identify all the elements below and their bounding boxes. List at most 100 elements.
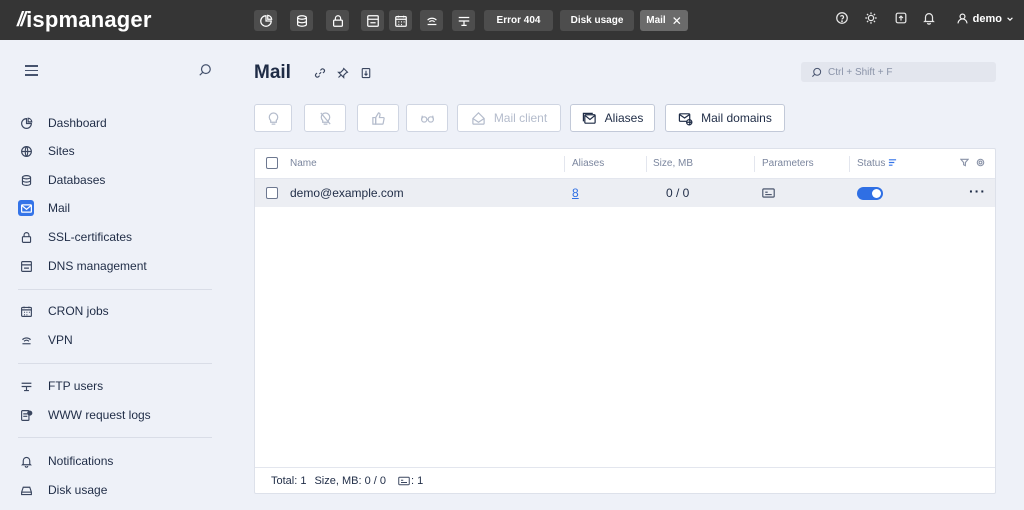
sidebar: Dashboard Sites Databases Mail SSL-certi…	[4, 40, 228, 510]
tab-mail[interactable]: Mail ✕	[640, 10, 688, 31]
quick-ftp-button[interactable]	[452, 10, 475, 31]
mail-domains-button[interactable]: Mail domains	[665, 104, 785, 132]
column-tools	[959, 158, 985, 170]
enable-button[interactable]	[357, 104, 399, 132]
aliases-count-link[interactable]: 8	[572, 186, 579, 200]
table-row[interactable]: demo@example.com 8 0 / 0 ···	[255, 179, 995, 207]
glasses-icon	[420, 115, 434, 123]
filter-icon[interactable]	[959, 158, 970, 167]
tab-label: Disk usage	[570, 15, 624, 26]
close-icon[interactable]: ✕	[672, 14, 682, 28]
sidebar-item-label: CRON jobs	[48, 304, 109, 318]
sort-icon[interactable]	[888, 158, 897, 167]
quick-dashboard-button[interactable]	[254, 10, 277, 31]
logo[interactable]: // ispmanager	[17, 7, 152, 33]
mailbox-size: 0 / 0	[666, 186, 690, 200]
quick-ssl-button[interactable]	[326, 10, 349, 31]
table-footer: Total: 1 Size, MB: 0 / 0 : 1	[255, 467, 995, 493]
mail-domains-icon	[678, 112, 693, 125]
docs-icon[interactable]	[360, 67, 372, 79]
sidebar-item-dashboard[interactable]: Dashboard	[18, 112, 218, 134]
ssl-lock-icon	[18, 229, 34, 245]
status-toggle[interactable]	[857, 187, 883, 200]
column-parameters[interactable]: Parameters	[762, 158, 814, 169]
sidebar-item-ftp-users[interactable]: FTP users	[18, 375, 218, 397]
ssl-lock-icon	[332, 14, 343, 27]
sidebar-item-label: Sites	[48, 144, 75, 158]
sidebar-item-cron-jobs[interactable]: CRON jobs	[18, 300, 218, 322]
gear-icon[interactable]	[976, 158, 985, 167]
column-name[interactable]: Name	[290, 158, 317, 169]
database-icon	[296, 14, 307, 27]
mail-icon	[18, 200, 34, 216]
mail-client-button[interactable]: Mail client	[457, 104, 561, 132]
search-input[interactable]: Ctrl + Shift + F	[801, 62, 996, 82]
select-all-checkbox[interactable]	[266, 157, 278, 169]
chevron-down-icon	[1007, 16, 1013, 21]
sidebar-item-databases[interactable]: Databases	[18, 169, 218, 191]
bell-icon	[923, 13, 935, 25]
user-name: demo	[972, 12, 1002, 25]
sidebar-item-sites[interactable]: Sites	[18, 140, 218, 162]
link-icon[interactable]	[314, 67, 326, 79]
thumb-up-icon	[371, 111, 385, 125]
vpn-icon	[18, 332, 34, 348]
sidebar-item-mail[interactable]: Mail	[18, 197, 218, 219]
cron-icon	[394, 15, 407, 27]
sidebar-item-label: DNS management	[48, 259, 147, 273]
search-placeholder: Ctrl + Shift + F	[828, 66, 893, 78]
sidebar-item-dns-management[interactable]: DNS management	[18, 255, 218, 277]
aliases-icon	[582, 112, 596, 124]
column-aliases[interactable]: Aliases	[572, 158, 604, 169]
page-title: Mail	[254, 62, 291, 83]
tab-error-404[interactable]: Error 404	[484, 10, 553, 31]
sidebar-item-label: Databases	[48, 173, 106, 187]
sidebar-item-disk-usage[interactable]: Disk usage	[18, 479, 218, 501]
tab-label: Error 404	[496, 15, 541, 26]
parameters-icon	[762, 187, 775, 201]
dashboard-icon	[18, 115, 34, 131]
search-icon[interactable]	[198, 63, 212, 80]
column-size[interactable]: Size, MB	[653, 158, 693, 169]
hint-button[interactable]	[254, 104, 292, 132]
sidebar-item-label: FTP users	[48, 379, 104, 393]
sidebar-item-vpn[interactable]: VPN	[18, 329, 218, 351]
footer-total: Total: 1	[271, 474, 307, 487]
dashboard-icon	[259, 14, 272, 27]
user-icon	[957, 13, 968, 24]
aliases-button[interactable]: Aliases	[570, 104, 655, 132]
view-button[interactable]	[406, 104, 448, 132]
sidebar-item-www-request-logs[interactable]: WWW request logs	[18, 404, 218, 426]
column-status[interactable]: Status	[857, 158, 897, 169]
mailbox-name: demo@example.com	[290, 186, 404, 200]
footer-params: : 1	[411, 474, 424, 487]
sidebar-item-ssl-certificates[interactable]: SSL-certificates	[18, 226, 218, 248]
pin-icon[interactable]	[337, 67, 349, 79]
notifications-button[interactable]	[922, 11, 936, 25]
column-divider	[564, 156, 565, 172]
tab-disk-usage[interactable]: Disk usage	[560, 10, 634, 31]
row-checkbox[interactable]	[266, 187, 278, 199]
column-divider	[754, 156, 755, 172]
disable-button[interactable]	[304, 104, 346, 132]
export-button[interactable]	[894, 11, 908, 25]
help-icon	[836, 12, 848, 24]
quick-databases-button[interactable]	[290, 10, 313, 31]
quick-vpn-button[interactable]	[420, 10, 443, 31]
quick-dns-button[interactable]	[361, 10, 384, 31]
help-button[interactable]	[835, 11, 849, 25]
globe-icon	[18, 143, 34, 159]
column-status-label: Status	[857, 158, 886, 169]
sidebar-item-label: Dashboard	[48, 116, 107, 130]
sidebar-divider	[18, 289, 212, 290]
logs-icon	[18, 407, 34, 423]
export-icon	[895, 12, 907, 24]
column-divider	[849, 156, 850, 172]
more-actions-icon[interactable]: ···	[969, 183, 986, 199]
theme-button[interactable]	[864, 11, 878, 25]
ftp-icon	[458, 16, 469, 26]
quick-cron-button[interactable]	[389, 10, 412, 31]
user-menu[interactable]: demo	[956, 12, 1014, 25]
sidebar-item-notifications[interactable]: Notifications	[18, 450, 218, 472]
menu-icon[interactable]	[25, 65, 38, 76]
